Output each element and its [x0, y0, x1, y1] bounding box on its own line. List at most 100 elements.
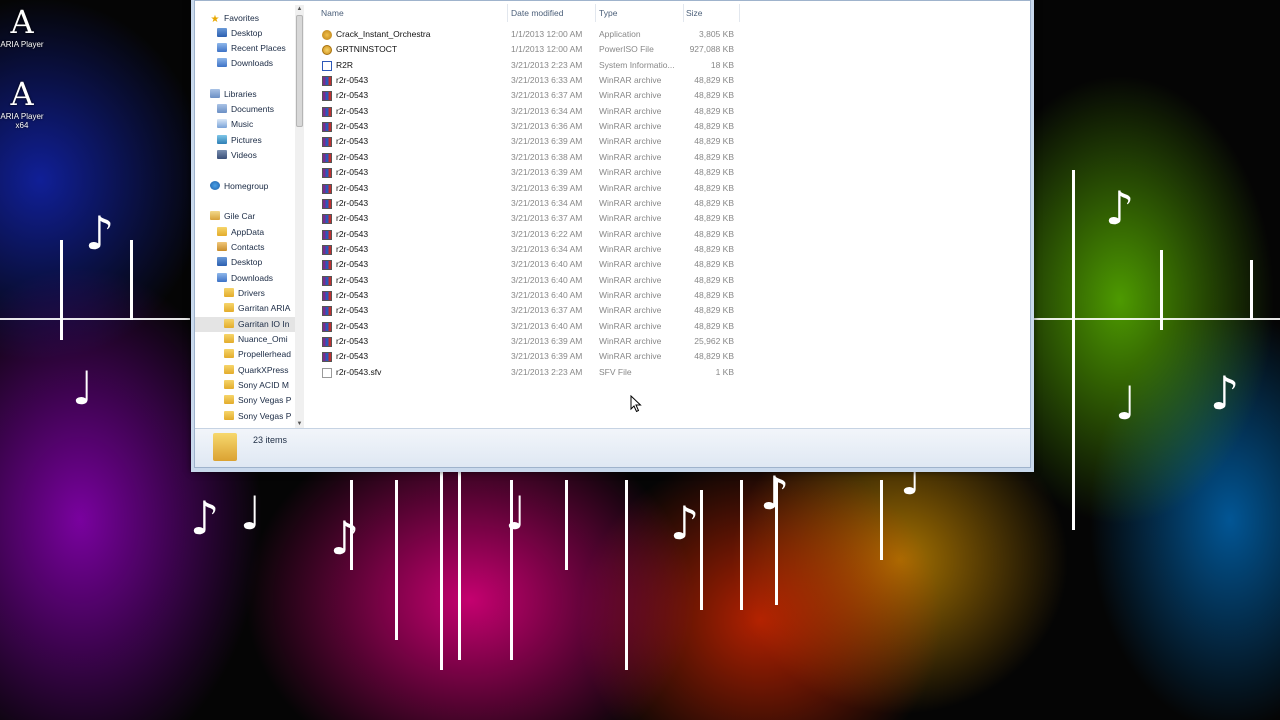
file-row[interactable]: r2r-0543 3/21/2013 6:40 AM WinRAR archive 4… [311, 257, 741, 272]
waveform-line [458, 470, 461, 660]
navigation-pane: ★ Favorites Desktop Recent Places Downloa… [195, 1, 295, 429]
column-divider[interactable] [507, 4, 508, 22]
file-row[interactable]: r2r-0543 3/21/2013 6:22 AM WinRAR archive 4… [311, 227, 741, 242]
folder-icon [224, 365, 234, 374]
file-row[interactable]: r2r-0543 3/21/2013 6:37 AM WinRAR archive 4… [311, 88, 741, 103]
file-row[interactable]: r2r-0543 3/21/2013 6:40 AM WinRAR archive 4… [311, 273, 741, 288]
nav-item-garritan-aria[interactable]: Garritan ARIA [224, 301, 290, 316]
aria-player-icon: A [10, 75, 34, 113]
waveform-line [60, 240, 63, 340]
file-row[interactable]: r2r-0543 3/21/2013 6:38 AM WinRAR archive 4… [311, 150, 741, 165]
nav-libraries[interactable]: Libraries [210, 87, 257, 102]
file-type: WinRAR archive [599, 243, 662, 254]
videos-icon [217, 150, 227, 159]
scroll-up-arrow-icon[interactable]: ▲ [295, 5, 304, 14]
nav-item-sony-vegas-1[interactable]: Sony Vegas P [224, 393, 291, 408]
column-divider[interactable] [595, 4, 596, 22]
nav-item-documents[interactable]: Documents [217, 102, 274, 117]
file-date: 3/21/2013 6:40 AM [511, 274, 583, 285]
scrollbar-thumb[interactable] [296, 15, 303, 127]
file-name: r2r-0543 [336, 90, 369, 101]
file-row[interactable]: R2R 3/21/2013 2:23 AM System Informatio...… [311, 58, 741, 73]
rar-file-icon [322, 337, 332, 347]
nav-item-drivers[interactable]: Drivers [224, 286, 265, 301]
file-size: 3,805 KB [699, 29, 734, 39]
nav-item-contacts[interactable]: Contacts [217, 240, 265, 255]
waveform-line [1034, 318, 1280, 320]
waveform-line [440, 470, 443, 670]
file-date: 3/21/2013 6:37 AM [511, 90, 583, 101]
file-type: WinRAR archive [599, 289, 662, 300]
nav-user-folder[interactable]: Gile Car [210, 209, 255, 224]
file-row[interactable]: Crack_Instant_Orchestra 1/1/2013 12:00 AM… [311, 27, 741, 42]
file-date: 3/21/2013 6:34 AM [511, 243, 583, 254]
column-divider[interactable] [683, 4, 684, 22]
nav-label: Garritan IO In [238, 319, 290, 329]
nav-item-user-desktop[interactable]: Desktop [217, 255, 262, 270]
file-row[interactable]: r2r-0543.sfv 3/21/2013 2:23 AM SFV File 1 K… [311, 365, 741, 380]
file-name: r2r-0543 [336, 197, 369, 208]
waveform-line [1072, 170, 1075, 530]
file-name: r2r-0543 [336, 259, 369, 270]
file-size: 48,829 KB [694, 90, 734, 101]
nav-scrollbar[interactable]: ▲ ▼ [295, 5, 304, 429]
nav-item-sony-vegas-2[interactable]: Sony Vegas P [224, 409, 291, 424]
nav-item-pictures[interactable]: Pictures [217, 133, 262, 148]
file-row[interactable]: r2r-0543 3/21/2013 6:39 AM WinRAR archive 2… [311, 334, 741, 349]
file-row[interactable]: r2r-0543 3/21/2013 6:40 AM WinRAR archive 4… [311, 319, 741, 334]
music-icon [217, 119, 227, 128]
folder-icon [224, 334, 234, 343]
column-header-name[interactable]: Name [321, 6, 344, 20]
waveform-line [565, 480, 568, 570]
file-row[interactable]: r2r-0543 3/21/2013 6:39 AM WinRAR archive 4… [311, 134, 741, 149]
column-divider[interactable] [739, 4, 740, 22]
user-folder-icon [210, 211, 220, 220]
nav-item-downloads[interactable]: Downloads [217, 56, 273, 71]
file-date: 3/21/2013 6:39 AM [511, 182, 583, 193]
file-row[interactable]: r2r-0543 3/21/2013 6:37 AM WinRAR archive 4… [311, 211, 741, 226]
nav-item-music[interactable]: Music [217, 117, 253, 132]
nav-item-appdata[interactable]: AppData [217, 225, 264, 240]
column-header-type[interactable]: Type [599, 6, 617, 20]
nav-item-desktop[interactable]: Desktop [217, 26, 262, 41]
file-row[interactable]: r2r-0543 3/21/2013 6:33 AM WinRAR archive 4… [311, 73, 741, 88]
column-header-size[interactable]: Size [686, 6, 703, 20]
nav-item-garritan-io[interactable]: Garritan IO In [195, 317, 295, 332]
nav-item-user-downloads[interactable]: Downloads [217, 271, 273, 286]
file-row[interactable]: r2r-0543 3/21/2013 6:37 AM WinRAR archive 4… [311, 303, 741, 318]
nav-label: Recent Places [231, 43, 286, 53]
rar-file-icon [322, 306, 332, 317]
file-row[interactable]: r2r-0543 3/21/2013 6:34 AM WinRAR archive 4… [311, 196, 741, 211]
nav-homegroup[interactable]: Homegroup [210, 179, 268, 194]
file-row[interactable]: r2r-0543 3/21/2013 6:39 AM WinRAR archive 4… [311, 165, 741, 180]
nav-item-nuance[interactable]: Nuance_Omi [224, 332, 288, 347]
waveform-line [740, 480, 743, 610]
file-name: r2r-0543 [336, 305, 369, 316]
nav-item-quarkxpress[interactable]: QuarkXPress [224, 363, 289, 378]
file-row[interactable]: r2r-0543 3/21/2013 6:40 AM WinRAR archive 4… [311, 288, 741, 303]
file-row[interactable]: r2r-0543 3/21/2013 6:34 AM WinRAR archive 4… [311, 104, 741, 119]
file-row[interactable]: r2r-0543 3/21/2013 6:39 AM WinRAR archive 4… [311, 349, 741, 364]
file-date: 3/21/2013 6:39 AM [511, 167, 583, 178]
file-size: 927,088 KB [689, 44, 734, 55]
file-row[interactable]: r2r-0543 3/21/2013 6:34 AM WinRAR archive 4… [311, 242, 741, 257]
file-size: 48,829 KB [694, 136, 734, 147]
file-row[interactable]: GRTNINSTOCT 1/1/2013 12:00 AM PowerISO Fil… [311, 42, 741, 57]
nav-item-recent-places[interactable]: Recent Places [217, 41, 286, 56]
column-header-date[interactable]: Date modified [511, 6, 563, 20]
nav-favorites[interactable]: ★ Favorites [210, 11, 259, 26]
file-row[interactable]: r2r-0543 3/21/2013 6:36 AM WinRAR archive 4… [311, 119, 741, 134]
music-note-icon: ♩ [1115, 376, 1137, 430]
desktop-icon-aria-player[interactable]: A ARIA Player [0, 6, 44, 49]
desktop-icon-aria-player-x64[interactable]: A ARIA Player x64 [0, 78, 44, 130]
file-row[interactable]: r2r-0543 3/21/2013 6:39 AM WinRAR archive 4… [311, 181, 741, 196]
file-file-icon [322, 367, 332, 378]
file-size: 48,829 KB [694, 197, 734, 208]
file-type: WinRAR archive [599, 197, 662, 208]
nav-item-propellerhead[interactable]: Propellerhead [224, 347, 291, 362]
file-type: WinRAR archive [599, 151, 662, 162]
file-type: WinRAR archive [599, 90, 662, 101]
nav-item-videos[interactable]: Videos [217, 148, 257, 163]
file-date: 3/21/2013 6:39 AM [511, 136, 583, 147]
nav-item-sony-acid[interactable]: Sony ACID M [224, 378, 289, 393]
